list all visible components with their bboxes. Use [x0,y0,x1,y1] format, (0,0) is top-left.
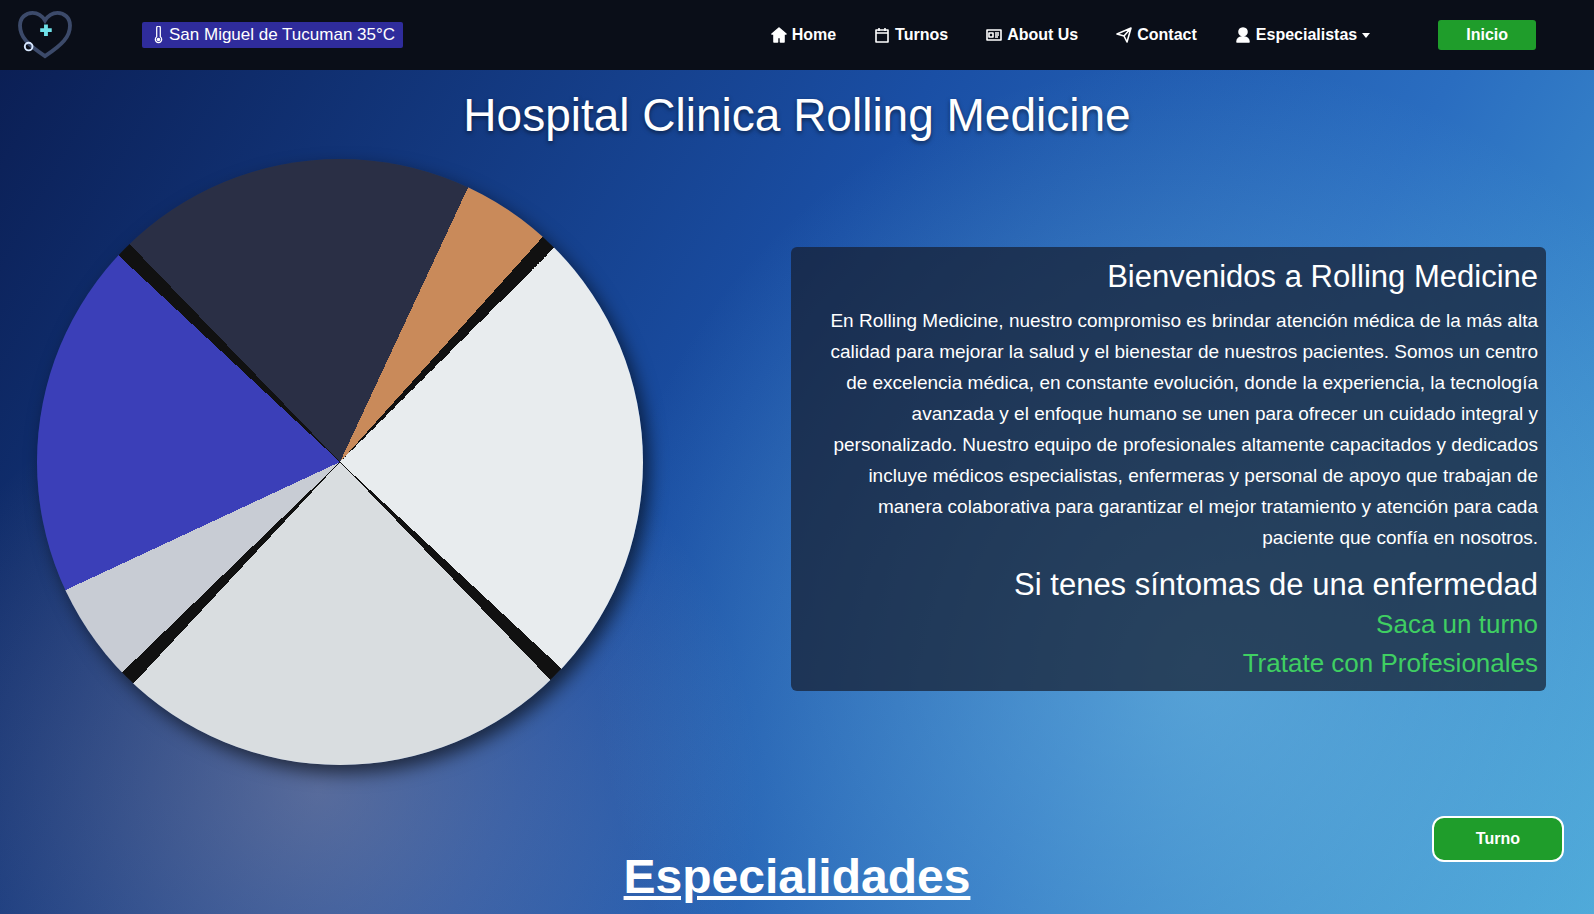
nav-link[interactable]: Turnos [874,26,948,44]
turno-float-button[interactable]: Turno [1432,816,1564,862]
nav-link[interactable]: Home [771,26,836,44]
heart-stethoscope-logo-icon[interactable] [16,10,74,60]
section-title: Especialidades [624,848,971,906]
nav-icon [1116,27,1132,43]
thermometer-icon [154,26,163,44]
nav-menu: Home Turnos About Us Contact Especialistas [771,26,1371,44]
nav-icon [874,27,890,43]
collage-image [37,159,643,765]
nav-icon [1235,27,1251,43]
nav-icon [771,27,787,43]
page: San Miguel de Tucuman 35°C Home Turnos Abou… [0,0,1594,914]
welcome-heading: Bienvenidos a Rolling Medicine [805,255,1538,298]
nav-link[interactable]: Especialistas [1235,26,1370,44]
nav-link[interactable]: Contact [1116,26,1197,44]
prompt-text: Si tenes síntomas de una enfermedad [805,565,1538,605]
login-button[interactable]: Inicio [1438,20,1536,50]
hero-title: Hospital Clinica Rolling Medicine [463,88,1130,143]
hero-row: Bienvenidos a Rolling Medicine En Rolling… [0,159,1594,765]
action-text: Tratate con Profesionales [805,644,1538,683]
nav-icon [986,27,1002,43]
weather-badge: San Miguel de Tucuman 35°C [142,22,403,48]
navbar: San Miguel de Tucuman 35°C Home Turnos Abou… [0,0,1594,70]
welcome-paragraph: En Rolling Medicine, nuestro compromiso … [805,305,1538,553]
hero: Hospital Clinica Rolling Medicine Bienven… [0,70,1594,914]
caret-icon [1362,33,1370,38]
welcome-panel: Bienvenidos a Rolling Medicine En Rolling… [791,247,1546,691]
action-text: Saca un turno [805,605,1538,644]
nav-link[interactable]: About Us [986,26,1078,44]
